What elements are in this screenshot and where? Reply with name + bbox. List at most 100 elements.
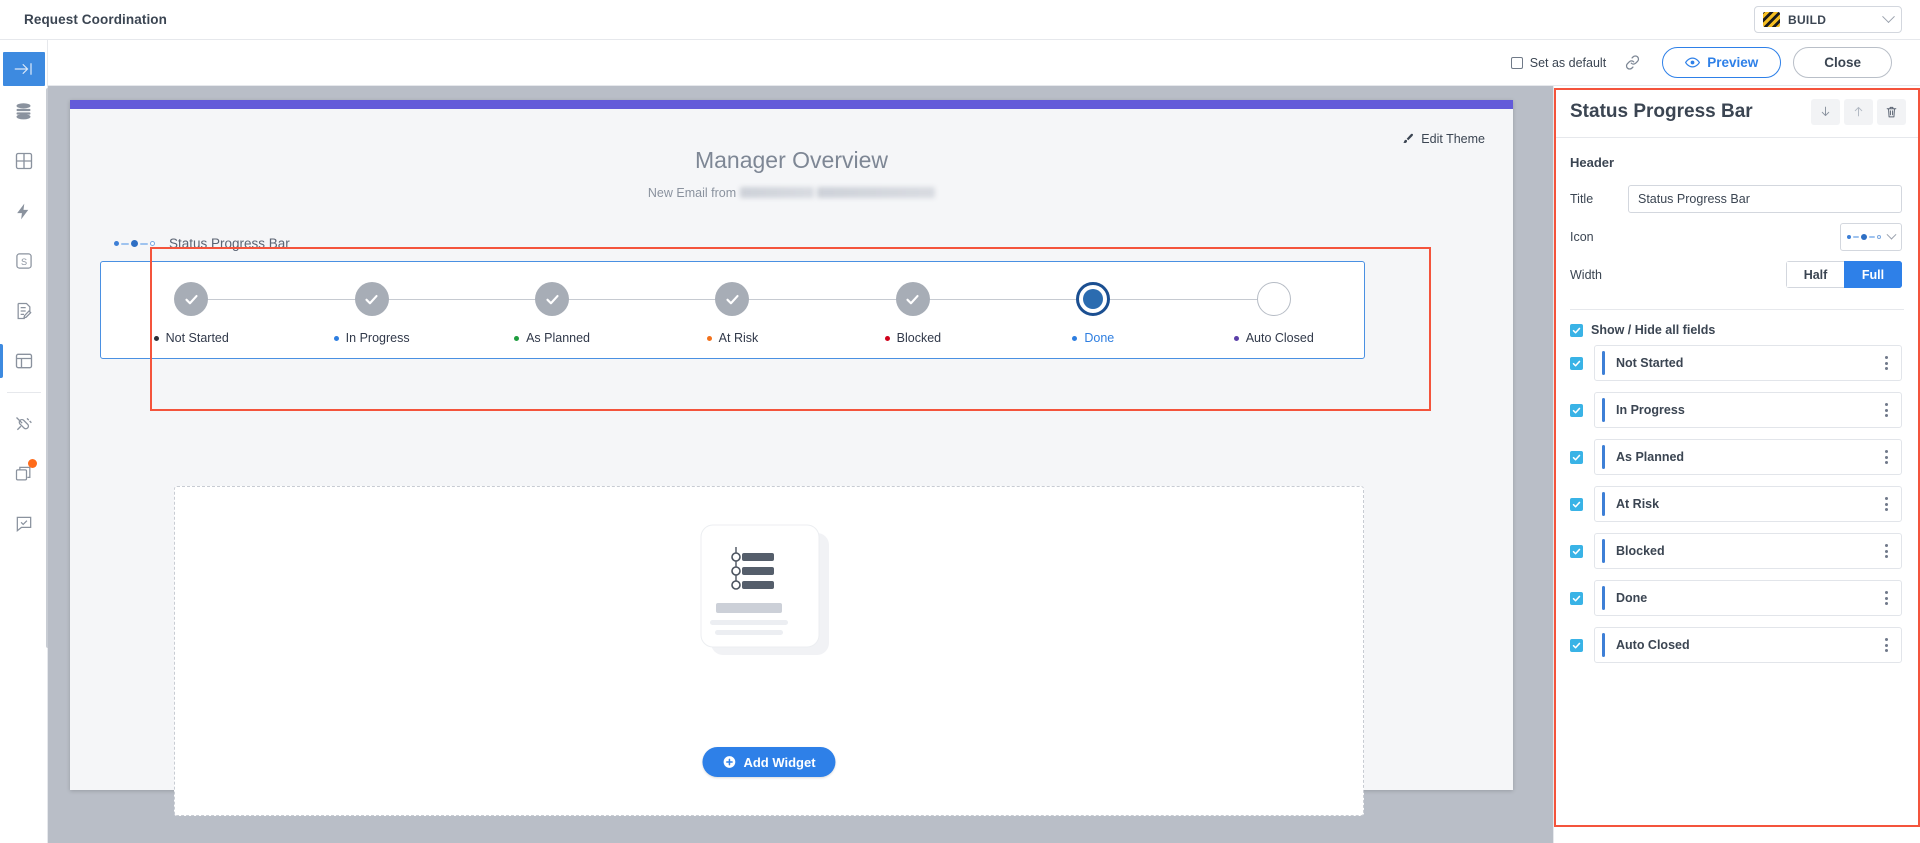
field-row[interactable]: As Planned	[1570, 439, 1902, 475]
step-label: Auto Closed	[1234, 331, 1314, 345]
field-label: Not Started	[1616, 356, 1683, 370]
field-card[interactable]: Not Started	[1594, 345, 1902, 381]
field-row[interactable]: Not Started	[1570, 345, 1902, 381]
title-field-row: Title	[1554, 180, 1920, 218]
step-node-done[interactable]	[535, 282, 569, 316]
progress-step-current[interactable]: Done	[1003, 282, 1183, 345]
sidebar-item-automation[interactable]	[0, 186, 48, 236]
preview-button-label: Preview	[1707, 55, 1758, 70]
step-node-done[interactable]	[355, 282, 389, 316]
field-menu-icon[interactable]	[1885, 497, 1888, 511]
move-down-button[interactable]	[1811, 99, 1840, 125]
panel-title: Status Progress Bar	[1570, 101, 1753, 123]
field-menu-icon[interactable]	[1885, 403, 1888, 417]
checkbox-icon	[1511, 57, 1523, 69]
progress-step[interactable]: Auto Closed	[1184, 282, 1364, 345]
add-widget-button[interactable]: Add Widget	[702, 747, 835, 777]
status-dot	[707, 336, 712, 341]
field-menu-icon[interactable]	[1885, 591, 1888, 605]
step-label: Not Started	[154, 331, 229, 345]
sidebar-item-grid[interactable]	[0, 136, 48, 186]
sidebar-collapse-button[interactable]	[3, 52, 45, 86]
widget-status-progress-bar[interactable]: Status Progress Bar Not Started	[100, 228, 1365, 359]
field-card[interactable]: As Planned	[1594, 439, 1902, 475]
field-card[interactable]: Auto Closed	[1594, 627, 1902, 663]
field-menu-icon[interactable]	[1885, 356, 1888, 370]
sidebar-item-approvals[interactable]	[0, 499, 48, 549]
step-node-current[interactable]	[1076, 282, 1110, 316]
field-checkbox[interactable]	[1570, 545, 1583, 558]
sidebar-item-data[interactable]	[0, 86, 48, 136]
lightning-icon	[14, 201, 33, 222]
widget-settings-panel: Status Progress Bar Header Title Icon	[1553, 86, 1920, 843]
build-mode-select[interactable]: BUILD	[1754, 6, 1902, 33]
field-label: Blocked	[1616, 544, 1665, 558]
link-icon[interactable]	[1620, 55, 1644, 70]
arrow-down-icon	[1819, 105, 1832, 118]
brush-icon	[1401, 132, 1415, 146]
top-bar: Request Coordination BUILD	[0, 0, 1920, 40]
sidebar-item-integrations[interactable]	[0, 399, 48, 449]
step-label-text: Auto Closed	[1246, 331, 1314, 345]
page-preview: Edit Theme Manager Overview New Email fr…	[70, 100, 1513, 790]
title-input[interactable]	[1628, 185, 1902, 213]
field-card[interactable]: In Progress	[1594, 392, 1902, 428]
step-node-done[interactable]	[896, 282, 930, 316]
add-widget-label: Add Widget	[743, 755, 815, 770]
field-checkbox[interactable]	[1570, 639, 1583, 652]
edit-theme-button[interactable]: Edit Theme	[1401, 132, 1485, 146]
progress-step[interactable]: In Progress	[281, 282, 461, 345]
width-option-half[interactable]: Half	[1786, 261, 1844, 288]
delete-button[interactable]	[1877, 99, 1906, 125]
page-accent-bar	[70, 100, 1513, 109]
sidebar-item-forms[interactable]	[0, 286, 48, 336]
arrow-up-icon	[1852, 105, 1865, 118]
panel-header: Status Progress Bar	[1554, 86, 1920, 138]
svg-text:S: S	[20, 257, 26, 267]
field-row[interactable]: At Risk	[1570, 486, 1902, 522]
empty-widget-dropzone[interactable]: Add Widget	[174, 486, 1364, 816]
field-menu-icon[interactable]	[1885, 450, 1888, 464]
field-row[interactable]: Done	[1570, 580, 1902, 616]
field-checkbox[interactable]	[1570, 357, 1583, 370]
widget-body: Not Started In Progress	[100, 261, 1365, 359]
field-row[interactable]: Auto Closed	[1570, 627, 1902, 663]
set-as-default-label: Set as default	[1530, 56, 1606, 70]
field-checkbox[interactable]	[1570, 451, 1583, 464]
icon-select[interactable]	[1840, 223, 1902, 251]
move-up-button[interactable]	[1844, 99, 1873, 125]
field-card[interactable]: At Risk	[1594, 486, 1902, 522]
field-checkbox[interactable]	[1570, 404, 1583, 417]
field-checkbox[interactable]	[1570, 592, 1583, 605]
step-node-done[interactable]	[174, 282, 208, 316]
show-hide-all-fields-checkbox[interactable]: Show / Hide all fields	[1554, 310, 1920, 345]
field-row[interactable]: Blocked	[1570, 533, 1902, 569]
progress-step[interactable]: Blocked	[823, 282, 1003, 345]
toolbar-actions: Set as default Preview Close	[1511, 47, 1892, 78]
field-row[interactable]: In Progress	[1570, 392, 1902, 428]
progress-step[interactable]: Not Started	[101, 282, 281, 345]
field-card[interactable]: Done	[1594, 580, 1902, 616]
step-label-text: As Planned	[526, 331, 590, 345]
preview-button[interactable]: Preview	[1662, 47, 1781, 78]
field-menu-icon[interactable]	[1885, 544, 1888, 558]
step-node-empty[interactable]	[1257, 282, 1291, 316]
field-checkbox[interactable]	[1570, 498, 1583, 511]
progress-step[interactable]: As Planned	[462, 282, 642, 345]
sidebar-item-versions[interactable]	[0, 449, 48, 499]
sidebar-item-script[interactable]: S	[0, 236, 48, 286]
check-icon	[364, 292, 379, 307]
field-card[interactable]: Blocked	[1594, 533, 1902, 569]
progress-step[interactable]: At Risk	[642, 282, 822, 345]
step-label-text: Blocked	[897, 331, 941, 345]
empty-widget-card-illustration	[689, 517, 849, 682]
set-as-default-checkbox[interactable]: Set as default	[1511, 56, 1606, 70]
database-icon	[13, 101, 34, 122]
step-node-done[interactable]	[715, 282, 749, 316]
notification-badge	[28, 459, 37, 468]
close-button[interactable]: Close	[1793, 47, 1892, 78]
width-option-full[interactable]: Full	[1844, 261, 1902, 288]
field-menu-icon[interactable]	[1885, 638, 1888, 652]
sidebar-item-layout[interactable]	[0, 336, 48, 386]
progress-steps: Not Started In Progress	[101, 282, 1364, 345]
